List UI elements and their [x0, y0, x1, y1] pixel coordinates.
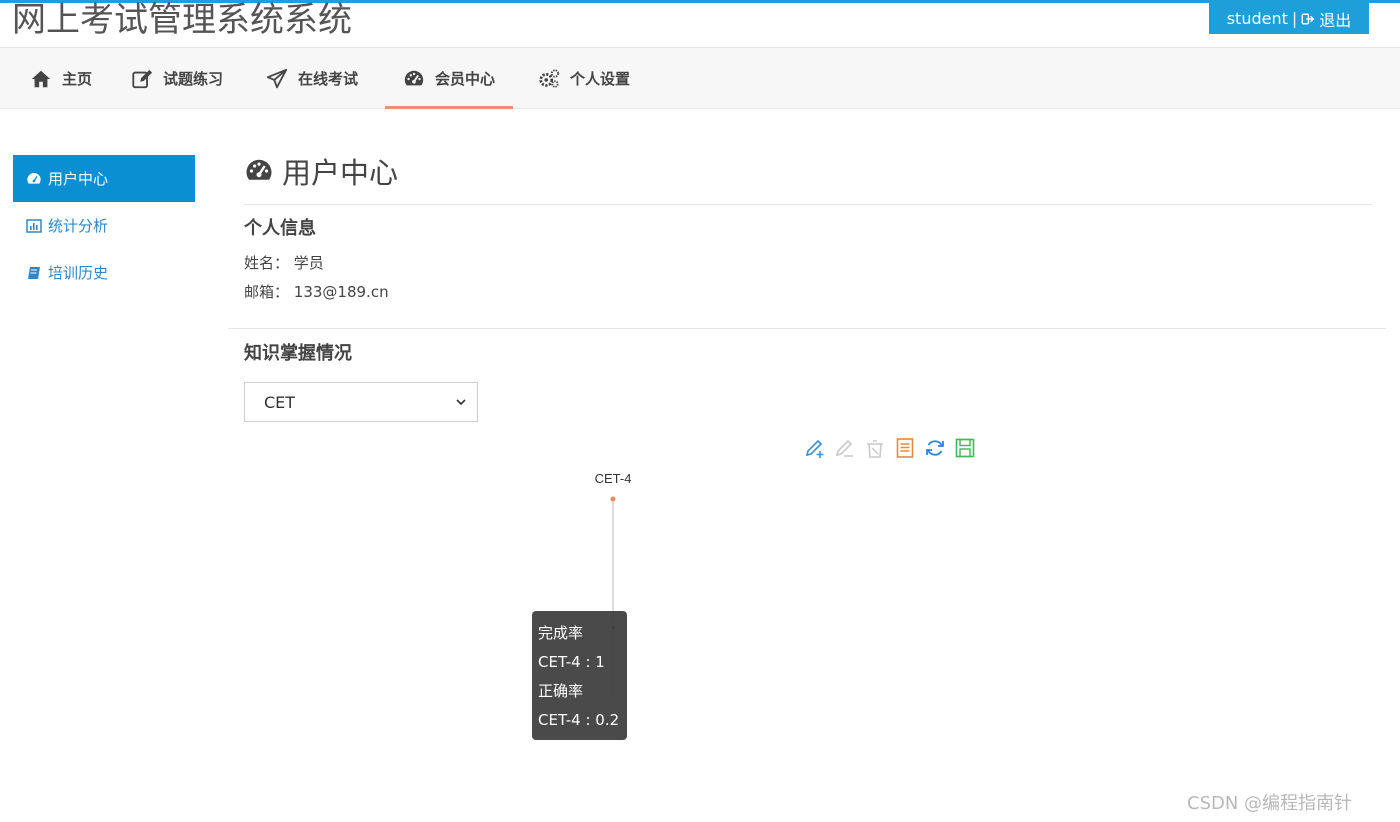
- main-navbar: 主页 试题练习 在线考试 会员中心 个人设置: [0, 47, 1400, 109]
- sidebar-label-user-center: 用户中心: [48, 170, 109, 188]
- sidebar-item-user-center[interactable]: 用户中心: [13, 155, 195, 202]
- page-title-text: 用户中心: [282, 156, 399, 190]
- chevron-down-icon: [456, 399, 466, 406]
- knowledge-chart: CET-4: [595, 471, 632, 700]
- save-icon: [955, 438, 975, 458]
- chart-toolbox: [804, 436, 976, 462]
- nav-label-practice: 试题练习: [163, 70, 224, 88]
- nav-item-home[interactable]: 主页: [30, 48, 92, 109]
- section-divider: [228, 328, 1386, 329]
- home-icon: [31, 70, 51, 87]
- nav-item-member-center[interactable]: 会员中心: [384, 48, 514, 109]
- pencil-icon: [835, 439, 853, 457]
- sidebar-label-training-history: 培训历史: [48, 264, 109, 282]
- logout-link[interactable]: 退出: [1319, 7, 1351, 31]
- nav-item-online-exam[interactable]: 在线考试: [266, 48, 358, 109]
- watermark: CSDN @编程指南针: [1187, 793, 1353, 814]
- user-menu[interactable]: student | 退出: [1209, 3, 1369, 34]
- user-separator: |: [1291, 9, 1298, 28]
- main-content: 用户中心 个人信息 姓名： 学员 邮箱： 133@189.cn 知识掌握情况: [244, 150, 1372, 364]
- nav-label-member-center: 会员中心: [435, 70, 496, 88]
- pencil-plus-icon: [805, 439, 824, 458]
- bar-chart-icon: [26, 218, 42, 233]
- name-value: 学员: [293, 254, 324, 272]
- sidebar: 用户中心 统计分析 培训历史: [13, 155, 195, 296]
- tooltip-line: CET-4 : 0.2: [538, 711, 620, 729]
- nav-label-online-exam: 在线考试: [298, 70, 359, 88]
- refresh-icon: [926, 440, 944, 456]
- personal-info-title: 个人信息: [244, 218, 316, 239]
- email-value: 133@189.cn: [293, 283, 389, 301]
- nav-label-personal-settings: 个人设置: [570, 70, 631, 88]
- book-icon: [28, 266, 40, 279]
- tool-data-view[interactable]: [894, 436, 916, 460]
- data-point[interactable]: [610, 496, 616, 502]
- gears-icon: [539, 68, 560, 88]
- dashboard-icon: [246, 159, 272, 180]
- edit-icon: [132, 69, 153, 88]
- tool-restore[interactable]: [924, 436, 946, 460]
- email-row: 邮箱： 133@189.cn: [244, 281, 389, 302]
- tool-save-image[interactable]: [954, 436, 976, 460]
- chart-tooltip: 完成率 CET-4 : 1 正确率 CET-4 : 0.2: [532, 611, 627, 740]
- document-icon: [896, 438, 914, 458]
- tooltip-line: 完成率: [538, 624, 584, 642]
- subject-select-value: CET: [264, 392, 296, 412]
- sidebar-item-training-history[interactable]: 培训历史: [13, 249, 195, 296]
- sidebar-label-statistics: 统计分析: [48, 217, 109, 235]
- tool-mark-undo[interactable]: [834, 436, 856, 460]
- tooltip-line: CET-4 : 1: [538, 653, 605, 671]
- page-title: 用户中心: [244, 150, 1372, 192]
- name-label: 姓名：: [244, 254, 290, 272]
- tool-mark-clear[interactable]: [864, 436, 886, 460]
- nav-item-personal-settings[interactable]: 个人设置: [538, 48, 630, 109]
- trash-icon: [867, 440, 883, 458]
- site-title: 网上考试管理系统系统: [12, 0, 352, 40]
- dashboard-icon: [404, 70, 424, 85]
- nav-item-practice[interactable]: 试题练习: [131, 48, 223, 109]
- sign-out-icon: [1301, 12, 1315, 25]
- app-root: 网上考试管理系统系统 student | 退出 主页 试题练习 在线考试 会员中…: [0, 0, 1400, 822]
- dashboard-icon: [27, 172, 41, 184]
- paper-plane-icon: [266, 68, 288, 88]
- nav-label-home: 主页: [62, 70, 93, 88]
- tool-mark[interactable]: [804, 436, 826, 460]
- tooltip-line: 正确率: [538, 682, 584, 700]
- divider: [244, 204, 1372, 205]
- knowledge-title: 知识掌握情况: [244, 343, 352, 364]
- name-row: 姓名： 学员: [244, 252, 324, 273]
- username[interactable]: student: [1227, 9, 1288, 28]
- sidebar-item-statistics[interactable]: 统计分析: [13, 202, 195, 249]
- email-label: 邮箱：: [244, 283, 290, 301]
- subject-select[interactable]: CET: [244, 382, 478, 422]
- category-label: CET-4: [595, 471, 632, 486]
